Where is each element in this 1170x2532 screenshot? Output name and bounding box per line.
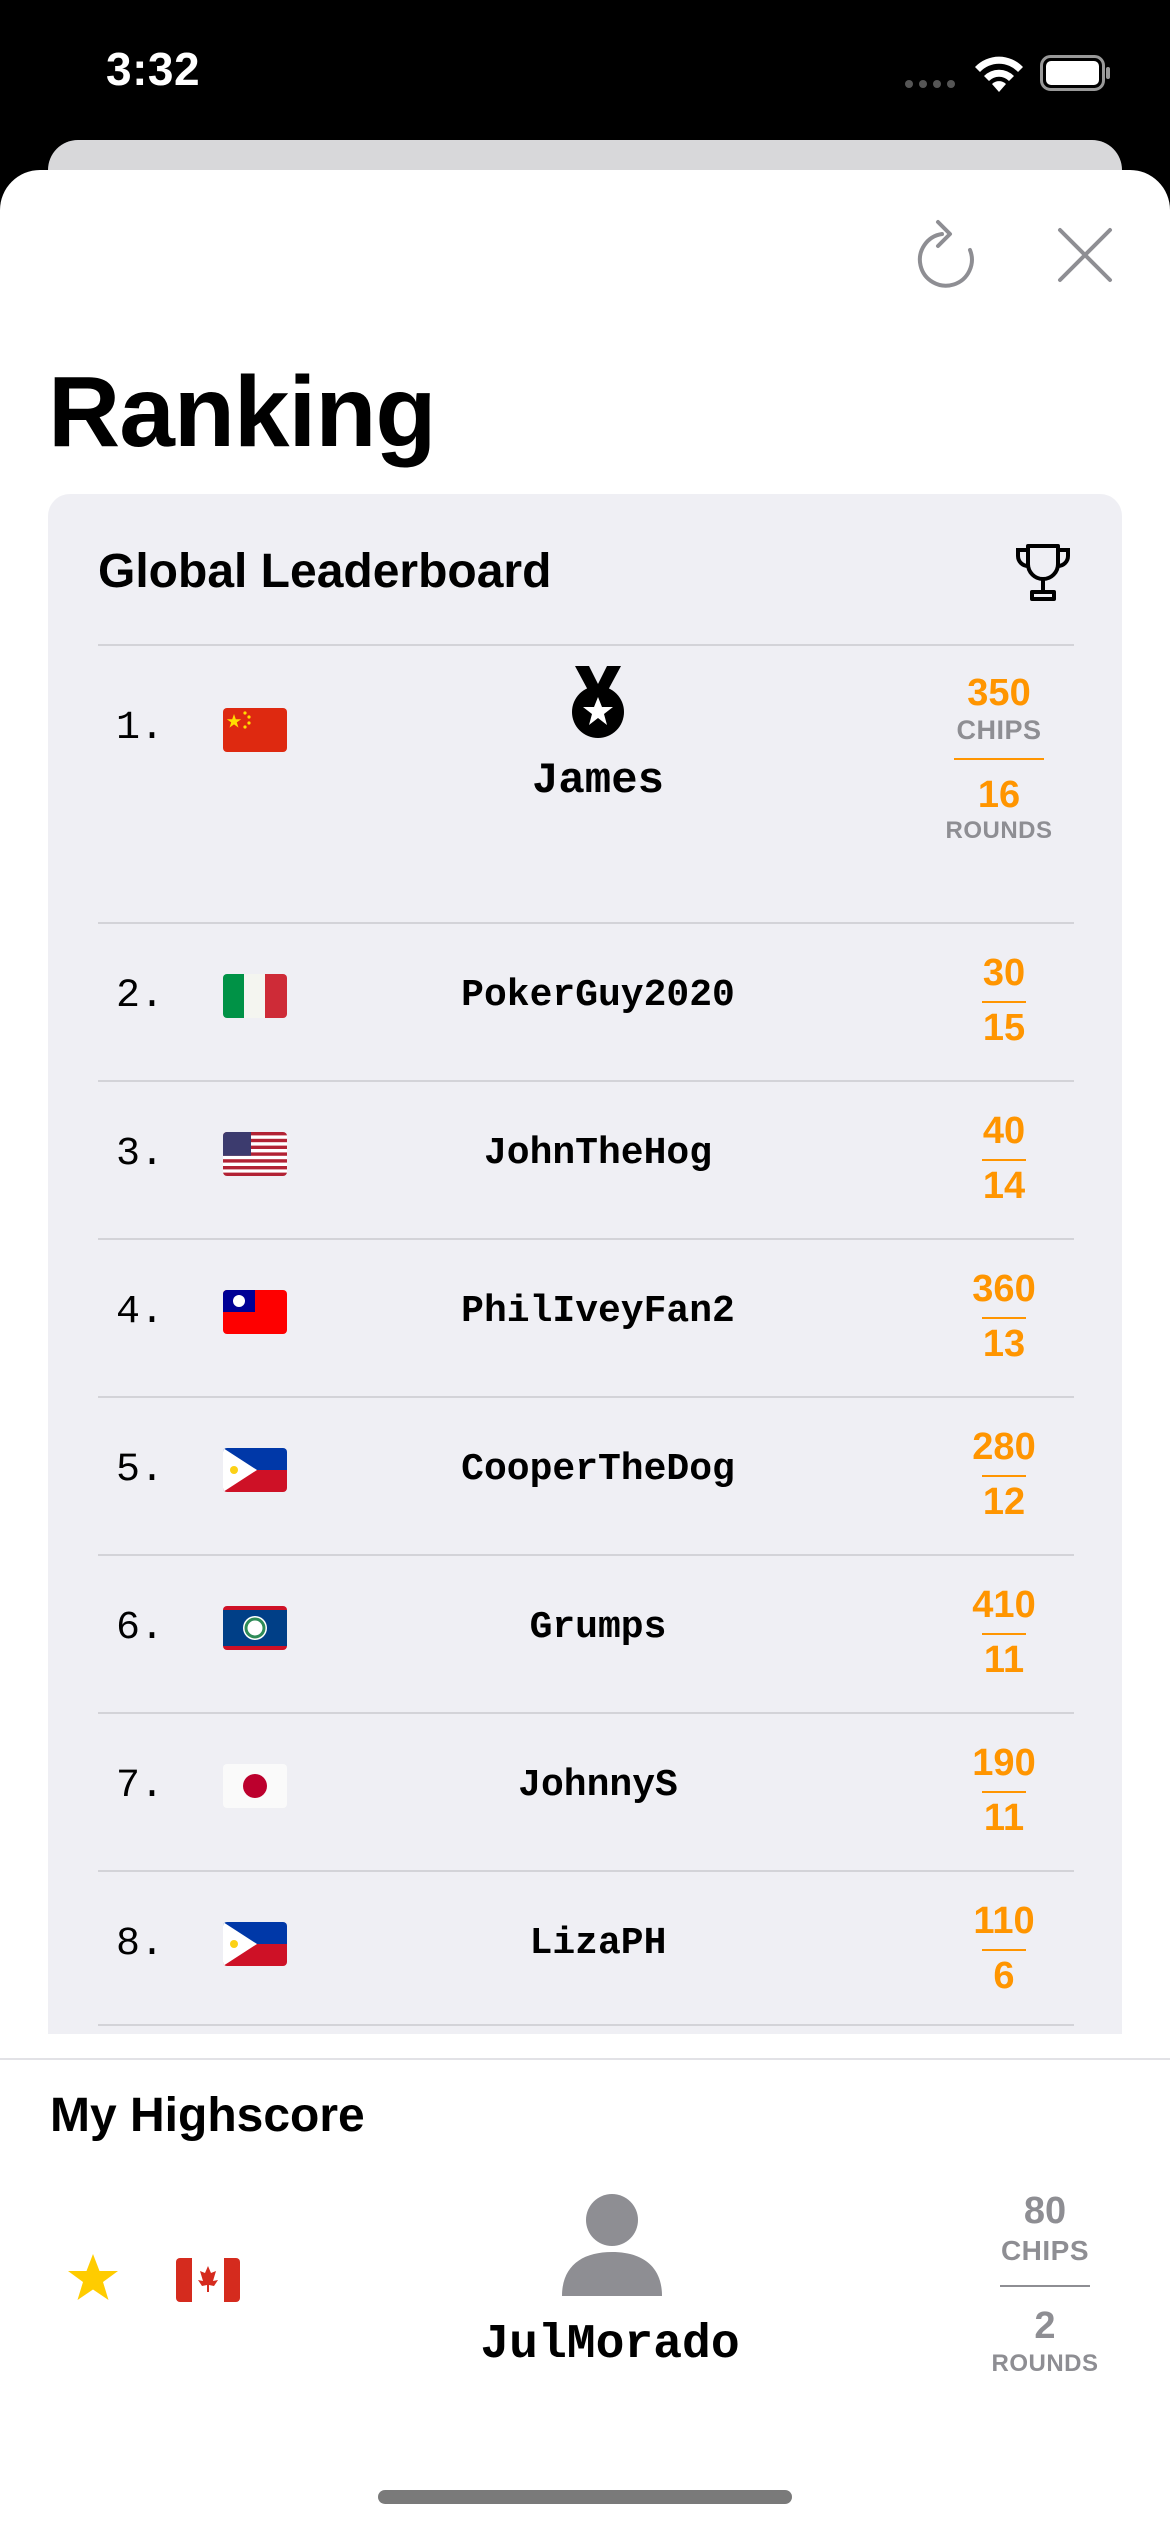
highscore-rounds-value: 2 bbox=[1034, 2305, 1056, 2347]
chips-value: 110 bbox=[973, 1900, 1035, 1942]
star-icon bbox=[68, 2254, 118, 2300]
flag-japan-icon bbox=[223, 1764, 287, 1808]
rounds-value: 11 bbox=[983, 1797, 1025, 1839]
leaderboard-card: Global Leaderboard 1. James 350 CHIPS 16… bbox=[48, 494, 1122, 2034]
chips-value: 410 bbox=[972, 1584, 1036, 1626]
chips-value: 40 bbox=[982, 1110, 1026, 1152]
chips-label: CHIPS bbox=[956, 715, 1042, 745]
highscore-chips-value: 80 bbox=[1023, 2190, 1067, 2232]
page-title: Ranking bbox=[48, 356, 436, 468]
leaderboard-row-6[interactable]: 6. Grumps 410 11 bbox=[98, 1556, 1074, 1712]
close-icon bbox=[1058, 228, 1112, 282]
player-name: PhilIveyFan2 bbox=[461, 1290, 735, 1333]
chips-value: 350 bbox=[967, 672, 1031, 714]
flag-italy-icon bbox=[223, 974, 287, 1018]
person-icon bbox=[562, 2194, 662, 2296]
medal-icon bbox=[572, 666, 624, 738]
score-block: 40 14 bbox=[944, 1110, 1064, 1208]
flag-taiwan-icon bbox=[223, 1290, 287, 1334]
rank-number: 2. bbox=[116, 974, 165, 1019]
score-block: 30 15 bbox=[944, 952, 1064, 1050]
wifi-icon bbox=[975, 56, 1023, 92]
flag-belize-icon bbox=[223, 1606, 287, 1650]
player-name: LizaPH bbox=[529, 1922, 667, 1965]
score-block: 360 13 bbox=[944, 1268, 1064, 1366]
refresh-icon bbox=[917, 220, 974, 288]
leaderboard-row-3[interactable]: 3. JohnTheHog 40 14 bbox=[98, 1082, 1074, 1238]
close-button[interactable] bbox=[1052, 222, 1118, 288]
player-name: CooperTheDog bbox=[461, 1448, 735, 1491]
leaderboard-row-8[interactable]: 8. LizaPH 110 6 bbox=[98, 1872, 1074, 2028]
highscore-divider bbox=[0, 2058, 1170, 2060]
player-name: Grumps bbox=[529, 1606, 667, 1649]
rounds-value: 13 bbox=[982, 1323, 1026, 1365]
player-name: PokerGuy2020 bbox=[461, 974, 735, 1017]
player-name: James bbox=[531, 756, 665, 806]
chips-value: 30 bbox=[982, 952, 1026, 994]
flag-philippines-icon bbox=[223, 1922, 287, 1966]
rounds-value: 14 bbox=[982, 1165, 1026, 1207]
highscore-player-name: JulMorado bbox=[480, 2318, 740, 2372]
highscore-title: My Highscore bbox=[50, 2089, 365, 2142]
rounds-value: 12 bbox=[982, 1481, 1026, 1523]
chips-value: 280 bbox=[972, 1426, 1036, 1468]
rank-number: 6. bbox=[116, 1606, 165, 1651]
score-block: 280 12 bbox=[944, 1426, 1064, 1524]
flag-china-icon bbox=[223, 708, 287, 752]
cellular-signal-icon bbox=[905, 80, 955, 88]
rounds-value: 11 bbox=[983, 1639, 1025, 1681]
home-indicator[interactable] bbox=[378, 2490, 792, 2504]
battery-icon bbox=[1040, 55, 1110, 91]
rounds-value: 15 bbox=[982, 1007, 1026, 1049]
chips-value: 360 bbox=[972, 1268, 1036, 1310]
refresh-button[interactable] bbox=[912, 218, 982, 294]
status-bar: 3:32 bbox=[0, 0, 1170, 150]
flag-usa-icon bbox=[223, 1132, 287, 1176]
divider bbox=[98, 2024, 1074, 2026]
trophy-icon bbox=[1016, 544, 1070, 601]
rank-number: 4. bbox=[116, 1290, 165, 1335]
leaderboard-row-2[interactable]: 2. PokerGuy2020 30 15 bbox=[98, 924, 1074, 1080]
score-block: 350 CHIPS 16 ROUNDS bbox=[934, 672, 1064, 845]
highscore-chips-label: CHIPS bbox=[1000, 2235, 1090, 2266]
chips-value: 190 bbox=[972, 1742, 1036, 1784]
rank-number: 3. bbox=[116, 1132, 165, 1177]
leaderboard-row-7[interactable]: 7. JohnnyS 190 11 bbox=[98, 1714, 1074, 1870]
rank-number: 8. bbox=[116, 1922, 165, 1967]
rounds-value: 16 bbox=[977, 774, 1021, 816]
highscore-rounds-label: ROUNDS bbox=[991, 2350, 1099, 2377]
rank-number: 5. bbox=[116, 1448, 165, 1493]
highscore-score-block: 80 CHIPS 2 ROUNDS bbox=[980, 2190, 1110, 2378]
leaderboard-row-1[interactable]: 1. James 350 CHIPS 16 ROUNDS bbox=[98, 646, 1074, 844]
leaderboard-row-5[interactable]: 5. CooperTheDog 280 12 bbox=[98, 1398, 1074, 1554]
leaderboard-title: Global Leaderboard bbox=[98, 545, 552, 598]
flag-canada-icon bbox=[176, 2258, 240, 2302]
score-block: 190 11 bbox=[944, 1742, 1064, 1840]
rank-number: 1. bbox=[116, 706, 165, 751]
score-block: 110 6 bbox=[944, 1900, 1064, 1998]
flag-philippines-icon bbox=[223, 1448, 287, 1492]
score-block: 410 11 bbox=[944, 1584, 1064, 1682]
rank-number: 7. bbox=[116, 1764, 165, 1809]
player-name: JohnnyS bbox=[518, 1764, 678, 1807]
player-name: JohnTheHog bbox=[483, 1132, 713, 1175]
rounds-value: 6 bbox=[993, 1955, 1015, 1997]
rounds-label: ROUNDS bbox=[945, 817, 1053, 844]
status-time: 3:32 bbox=[106, 43, 201, 95]
leaderboard-row-4[interactable]: 4. PhilIveyFan2 360 13 bbox=[98, 1240, 1074, 1396]
